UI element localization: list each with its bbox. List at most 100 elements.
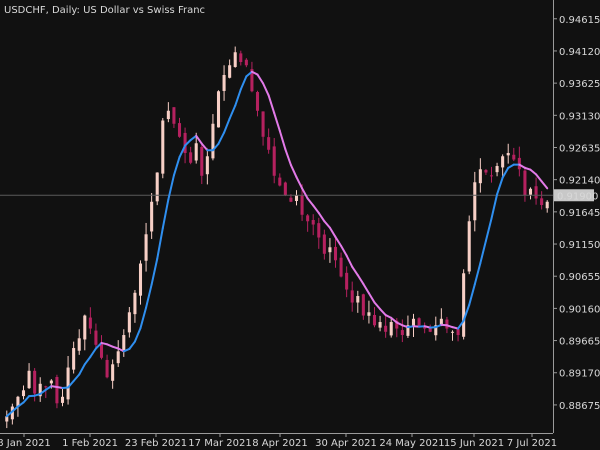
candle-body — [428, 328, 432, 332]
candle-body — [339, 257, 343, 277]
candle-body — [467, 221, 471, 272]
candle-body — [239, 53, 243, 63]
candle-body — [361, 294, 365, 316]
candle-body — [138, 263, 143, 296]
y-tick-label: 0.92140 — [559, 176, 600, 187]
candle-body — [484, 169, 488, 173]
candle-body — [244, 59, 248, 66]
y-tick-label: 0.94120 — [559, 47, 600, 58]
candle-body — [512, 154, 516, 160]
candle-body — [478, 169, 482, 184]
candle — [467, 215, 471, 275]
x-tick-label: 15 Jun 2021 — [444, 438, 504, 449]
candle-body — [384, 325, 388, 332]
candle-body — [545, 201, 549, 209]
candle-body — [345, 272, 349, 290]
candle-body — [60, 396, 65, 403]
candle-body — [517, 157, 521, 170]
candle-body — [283, 182, 287, 196]
candle-body — [55, 376, 59, 404]
y-tick-label: 0.88675 — [559, 401, 600, 412]
candle-body — [540, 198, 544, 206]
candle-body — [489, 175, 494, 177]
candle-body — [133, 292, 137, 315]
candle-body — [144, 234, 148, 261]
candle-body — [83, 315, 87, 340]
candle-body — [205, 156, 209, 175]
candle-body — [501, 156, 505, 168]
candle-body — [278, 177, 282, 186]
candle — [216, 90, 221, 128]
candle-body — [356, 296, 360, 303]
candle-body — [122, 335, 126, 352]
candle-body — [166, 110, 170, 120]
price-chart[interactable]: 0.94615 0.94120 0.93625 0.93130 0.92635 0.921… — [0, 0, 600, 450]
candle-body — [44, 386, 48, 388]
candle-body — [105, 359, 109, 378]
candle-body — [177, 123, 182, 137]
candle-body — [378, 322, 382, 328]
candle-body — [523, 170, 527, 196]
candle-body — [150, 201, 154, 232]
y-tick-label: 0.90655 — [559, 272, 600, 283]
candle-body — [317, 223, 321, 238]
x-tick-label: 30 Apr 2021 — [315, 438, 377, 449]
y-tick-label: 0.92635 — [559, 143, 600, 154]
candle-body — [72, 348, 76, 370]
candle-body — [33, 370, 37, 394]
candle-body — [294, 195, 299, 201]
candle-body — [49, 380, 53, 384]
y-tick-label: 0.90160 — [559, 304, 600, 315]
current-price-label: 0.91900 — [554, 189, 598, 202]
candle-body — [155, 172, 159, 202]
candle-body — [400, 330, 404, 336]
candle-body — [417, 318, 421, 326]
candle-body — [172, 107, 176, 124]
y-tick-label: 0.91150 — [559, 240, 600, 251]
chart-title: USDCHF, Daily: US Dollar vs Swiss Franc — [4, 5, 205, 16]
x-tick-label: 8 Apr 2021 — [252, 438, 307, 449]
candle-body — [66, 367, 70, 400]
candle-body — [473, 182, 477, 221]
candle-body — [116, 351, 120, 364]
y-tick-label: 0.89170 — [559, 369, 600, 380]
candle-body — [506, 153, 510, 156]
candle-body — [222, 75, 226, 91]
candle-body — [389, 322, 393, 336]
candle-body — [306, 215, 310, 222]
candle-body — [111, 364, 115, 381]
candle-body — [462, 273, 466, 337]
candle — [462, 269, 466, 340]
chart-background — [0, 0, 600, 450]
candle-body — [228, 65, 232, 78]
y-tick-label: 0.89665 — [559, 337, 600, 348]
candle-body — [189, 152, 193, 163]
x-tick-label: 23 Feb 2021 — [125, 438, 187, 449]
candle-body — [94, 330, 98, 345]
candle-body — [261, 111, 265, 137]
candle-body — [127, 312, 131, 333]
candle-body — [528, 188, 533, 195]
candle-body — [216, 91, 221, 128]
candle-body — [372, 314, 377, 326]
y-tick-label: 0.93130 — [559, 111, 600, 122]
candle-body — [21, 390, 26, 397]
candle-body — [272, 146, 276, 176]
candle-body — [161, 120, 165, 174]
candle-body — [289, 197, 293, 202]
candle-body — [27, 370, 31, 389]
candle-body — [233, 52, 237, 67]
candle-body — [450, 331, 455, 333]
candle-body — [194, 143, 198, 161]
candle — [283, 181, 287, 197]
candle-body — [211, 123, 215, 159]
candle-body — [322, 234, 326, 254]
x-tick-label: 17 Mar 2021 — [188, 438, 251, 449]
y-tick-label: 0.94615 — [559, 15, 600, 26]
candle-body — [311, 220, 315, 225]
candle-body — [300, 194, 304, 215]
x-tick-label: 1 Feb 2021 — [62, 438, 118, 449]
y-tick-label: 0.93625 — [559, 79, 600, 90]
x-tick-label: 8 Jan 2021 — [0, 438, 51, 449]
candle — [161, 117, 165, 179]
